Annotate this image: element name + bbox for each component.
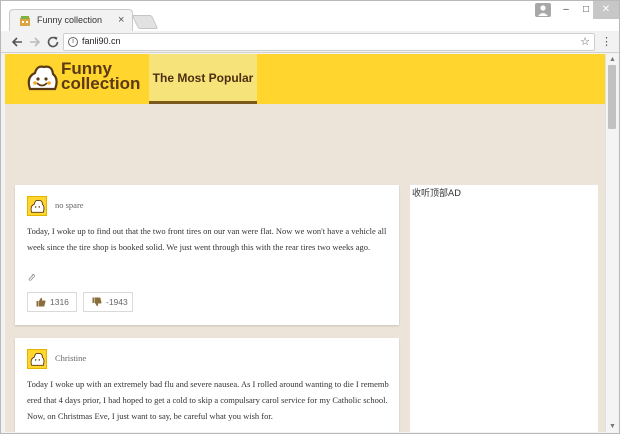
attachment-icon [28,274,35,281]
post-text: Today, I woke up to find out that the tw… [27,226,387,252]
post-author[interactable]: Christine [55,353,86,363]
tab-title: Funny collection [37,15,103,25]
minimize-button[interactable]: – [557,1,575,19]
site-header: Funny collection The Most Popular [5,54,605,104]
upvote-button[interactable]: 1316 [27,292,77,312]
url-text[interactable]: fanli90.cn [82,36,121,46]
paperclip-icon[interactable] [27,273,36,284]
browser-menu-icon[interactable]: ⋮ [601,34,612,50]
forward-button[interactable] [27,34,43,50]
logo-line-2: collection [61,74,141,93]
arrow-left-icon [11,37,22,47]
bookmark-star-icon[interactable]: ☆ [580,35,590,48]
info-icon[interactable]: i [68,37,78,47]
scroll-down-icon[interactable]: ▼ [609,423,616,430]
site-logo[interactable]: Funny collection [25,60,155,97]
new-tab-button[interactable] [131,15,159,29]
downvote-count: -1943 [106,297,128,307]
tab-close-icon[interactable]: × [118,13,124,27]
address-bar[interactable]: i fanli90.cn ☆ [63,33,595,51]
arrow-right-icon [30,37,41,47]
post-card: Christine Today I woke up with an extrem… [15,338,399,432]
reload-button[interactable] [45,34,61,50]
scrollbar-thumb[interactable] [608,65,616,129]
page-viewport: Funny collection The Most Popular no spa… [5,54,605,432]
browser-toolbar: i fanli90.cn ☆ ⋮ [1,31,619,53]
scroll-up-icon[interactable]: ▲ [609,56,616,63]
sidebar-ad-label: 收听顶部AD [412,189,462,199]
avatar [27,349,47,369]
logo-text: Funny collection [61,60,141,93]
close-window-button[interactable]: ✕ [593,1,619,19]
post-author[interactable]: no spare [55,200,84,210]
tab-strip: Funny collection × – □ ✕ [1,1,619,32]
mascot-face-icon [27,65,58,91]
person-icon [538,5,548,16]
nav-tab-most-popular[interactable]: The Most Popular [149,54,257,104]
thumbs-up-icon [36,297,46,307]
profile-icon[interactable] [535,3,551,17]
reload-icon [47,36,59,48]
browser-tab[interactable]: Funny collection × [9,9,133,32]
sidebar-ad: 收听顶部AD [410,185,598,432]
upvote-count: 1316 [50,297,69,307]
page-scrollbar[interactable]: ▲ ▼ [605,54,618,432]
back-button[interactable] [9,34,25,50]
post-card: no spare Today, I woke up to find out th… [15,185,399,325]
nav-tab-label: The Most Popular [152,71,254,85]
post-text: Today I woke up with an extremely bad fl… [27,379,389,421]
site-favicon-icon [20,16,30,26]
thumbs-down-icon [92,297,102,307]
browser-window: Funny collection × – □ ✕ i fanli90.cn ☆ … [0,0,620,434]
avatar [27,196,47,216]
downvote-button[interactable]: -1943 [83,292,133,312]
